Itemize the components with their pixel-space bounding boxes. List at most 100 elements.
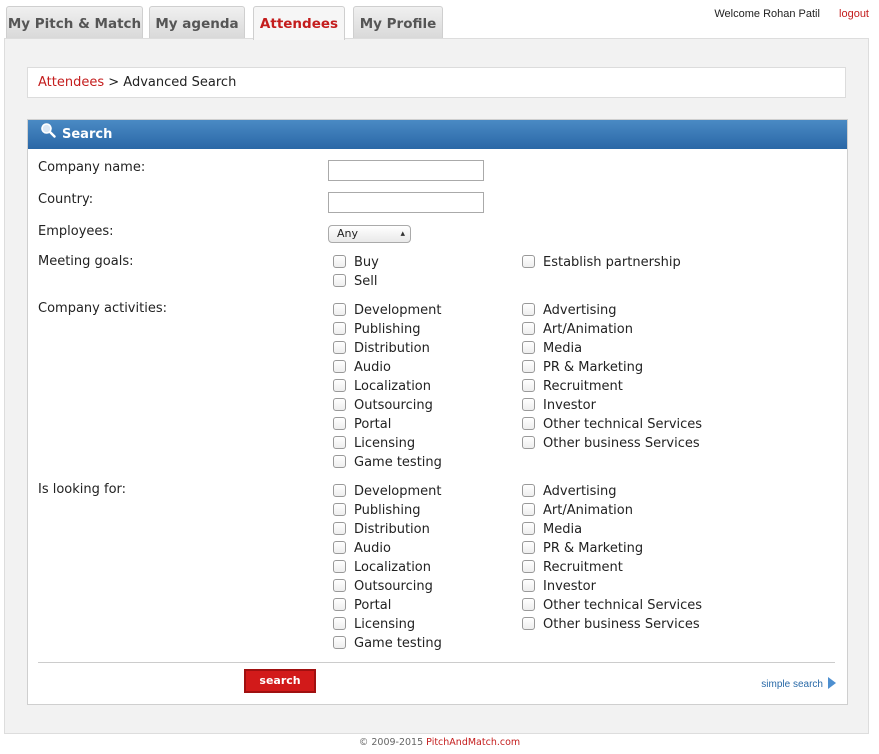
- activity-checkbox[interactable]: Other technical Services: [522, 416, 702, 434]
- goal-checkbox[interactable]: Sell: [333, 273, 377, 291]
- looking-for-checkbox[interactable]: Other technical Services: [522, 597, 702, 615]
- checkbox-icon[interactable]: [522, 303, 535, 316]
- activity-checkbox[interactable]: Distribution: [333, 340, 430, 358]
- checkbox-icon[interactable]: [522, 398, 535, 411]
- checkbox-icon[interactable]: [522, 560, 535, 573]
- checkbox-label: Development: [354, 484, 442, 499]
- checkbox-icon[interactable]: [333, 484, 346, 497]
- looking-for-checkbox[interactable]: Recruitment: [522, 559, 623, 577]
- activity-checkbox[interactable]: Recruitment: [522, 378, 623, 396]
- checkbox-icon[interactable]: [333, 303, 346, 316]
- checkbox-label: Audio: [354, 541, 391, 556]
- looking-for-checkbox[interactable]: Media: [522, 521, 582, 539]
- goal-checkbox[interactable]: Buy: [333, 254, 379, 272]
- checkbox-icon[interactable]: [522, 484, 535, 497]
- activity-checkbox[interactable]: Art/Animation: [522, 321, 633, 339]
- activity-checkbox[interactable]: Publishing: [333, 321, 420, 339]
- activity-checkbox[interactable]: Portal: [333, 416, 391, 434]
- logout-link[interactable]: logout: [839, 8, 869, 20]
- checkbox-icon[interactable]: [333, 360, 346, 373]
- checkbox-label: Game testing: [354, 455, 442, 470]
- search-header: Search: [28, 120, 847, 149]
- checkbox-icon[interactable]: [333, 560, 346, 573]
- looking-for-checkbox[interactable]: Audio: [333, 540, 391, 558]
- checkbox-icon[interactable]: [333, 455, 346, 468]
- checkbox-icon[interactable]: [333, 503, 346, 516]
- checkbox-icon[interactable]: [522, 598, 535, 611]
- breadcrumb-attendees-link[interactable]: Attendees: [38, 75, 104, 90]
- looking-for-checkbox[interactable]: Other business Services: [522, 616, 700, 634]
- employees-select[interactable]: Any ▴: [328, 225, 411, 243]
- divider: [38, 662, 835, 663]
- search-button[interactable]: search: [244, 669, 316, 693]
- checkbox-label: Media: [543, 341, 583, 356]
- activity-checkbox[interactable]: Game testing: [333, 454, 442, 472]
- activity-checkbox[interactable]: Outsourcing: [333, 397, 433, 415]
- checkbox-icon[interactable]: [333, 617, 346, 630]
- looking-for-checkbox[interactable]: Localization: [333, 559, 431, 577]
- checkbox-icon[interactable]: [522, 379, 535, 392]
- checkbox-label: Game testing: [354, 636, 442, 651]
- company-name-input[interactable]: [328, 160, 484, 181]
- checkbox-icon[interactable]: [333, 341, 346, 354]
- activity-checkbox[interactable]: Development: [333, 302, 442, 320]
- activity-checkbox[interactable]: Investor: [522, 397, 596, 415]
- checkbox-icon[interactable]: [522, 417, 535, 430]
- looking-for-checkbox[interactable]: Investor: [522, 578, 596, 596]
- checkbox-icon[interactable]: [522, 503, 535, 516]
- checkbox-icon[interactable]: [522, 360, 535, 373]
- checkbox-icon[interactable]: [333, 598, 346, 611]
- checkbox-icon[interactable]: [333, 579, 346, 592]
- checkbox-icon[interactable]: [333, 274, 346, 287]
- looking-for-checkbox[interactable]: Distribution: [333, 521, 430, 539]
- checkbox-icon[interactable]: [333, 541, 346, 554]
- checkbox-icon[interactable]: [333, 436, 346, 449]
- tab-my-pitch-match[interactable]: My Pitch & Match: [6, 6, 143, 38]
- checkbox-icon[interactable]: [333, 522, 346, 535]
- activity-checkbox[interactable]: Localization: [333, 378, 431, 396]
- looking-for-checkbox[interactable]: Licensing: [333, 616, 415, 634]
- activity-checkbox[interactable]: Licensing: [333, 435, 415, 453]
- checkbox-icon[interactable]: [522, 436, 535, 449]
- tab-my-profile[interactable]: My Profile: [353, 6, 443, 38]
- looking-for-checkbox[interactable]: Portal: [333, 597, 391, 615]
- checkbox-icon[interactable]: [522, 579, 535, 592]
- checkbox-label: Art/Animation: [543, 503, 633, 518]
- looking-for-checkbox[interactable]: PR & Marketing: [522, 540, 643, 558]
- activity-checkbox[interactable]: Audio: [333, 359, 391, 377]
- simple-search-link[interactable]: simple search: [761, 676, 837, 693]
- checkbox-icon[interactable]: [333, 322, 346, 335]
- goal-checkbox[interactable]: Establish partnership: [522, 254, 681, 272]
- checkbox-icon[interactable]: [522, 255, 535, 268]
- checkbox-icon[interactable]: [522, 617, 535, 630]
- site-link[interactable]: PitchAndMatch.com: [426, 737, 520, 748]
- looking-for-checkbox[interactable]: Art/Animation: [522, 502, 633, 520]
- activity-checkbox[interactable]: Advertising: [522, 302, 617, 320]
- activity-checkbox[interactable]: Other business Services: [522, 435, 700, 453]
- looking-for-checkbox[interactable]: Game testing: [333, 635, 442, 653]
- employees-value: Any: [337, 227, 359, 240]
- tab-attendees[interactable]: Attendees: [253, 6, 345, 40]
- checkbox-icon[interactable]: [333, 398, 346, 411]
- checkbox-icon[interactable]: [522, 522, 535, 535]
- copyright-text: © 2009-2015: [358, 737, 427, 748]
- checkbox-icon[interactable]: [333, 636, 346, 649]
- checkbox-icon[interactable]: [522, 341, 535, 354]
- checkbox-label: PR & Marketing: [543, 360, 644, 375]
- activity-checkbox[interactable]: PR & Marketing: [522, 359, 643, 377]
- checkbox-label: Audio: [354, 360, 391, 375]
- checkbox-icon[interactable]: [333, 379, 346, 392]
- checkbox-label: Portal: [354, 598, 392, 613]
- looking-for-checkbox[interactable]: Development: [333, 483, 442, 501]
- checkbox-icon[interactable]: [522, 541, 535, 554]
- tab-my-agenda[interactable]: My agenda: [149, 6, 245, 38]
- checkbox-icon[interactable]: [522, 322, 535, 335]
- country-input[interactable]: [328, 192, 484, 213]
- activity-checkbox[interactable]: Media: [522, 340, 582, 358]
- looking-for-checkbox[interactable]: Publishing: [333, 502, 420, 520]
- looking-for-checkbox[interactable]: Advertising: [522, 483, 617, 501]
- checkbox-label: PR & Marketing: [543, 541, 644, 556]
- checkbox-icon[interactable]: [333, 255, 346, 268]
- checkbox-icon[interactable]: [333, 417, 346, 430]
- looking-for-checkbox[interactable]: Outsourcing: [333, 578, 433, 596]
